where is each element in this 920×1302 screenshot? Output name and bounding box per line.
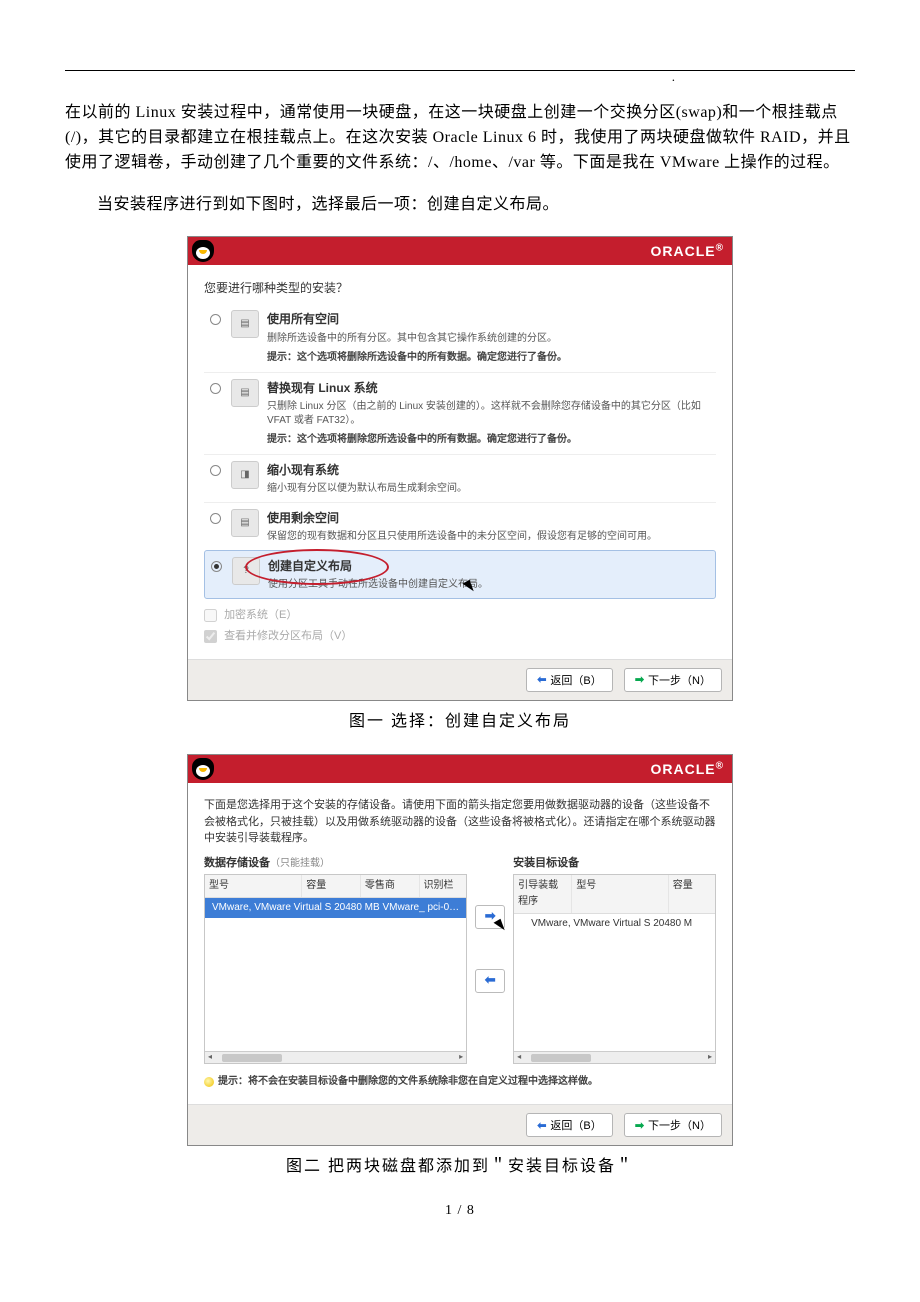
radio-icon bbox=[210, 314, 221, 325]
option-desc: 删除所选设备中的所有分区。其中包含其它操作系统创建的分区。 bbox=[267, 332, 712, 346]
option-desc: 使用分区工具手动在所选设备中创建自定义布局。 bbox=[268, 578, 711, 592]
radio-icon bbox=[210, 383, 221, 394]
install-target-panel: 安装目标设备 引导装载程序 型号 容量 VMware, VMware Virtu… bbox=[513, 855, 716, 1065]
installer-screenshot-2: ORACLE® 下面是您选择用于这个安装的存储设备。请使用下面的箭头指定您要用做… bbox=[187, 754, 733, 1146]
oracle-logo: ORACLE® bbox=[651, 240, 725, 262]
arrow-right-icon: ➡ bbox=[635, 673, 644, 686]
arrow-left-icon: ⬅ bbox=[485, 970, 496, 991]
tux-icon bbox=[192, 240, 214, 262]
option-use-free-space[interactable]: ▤ 使用剩余空间 保留您的现有数据和分区且只使用所选设备中的未分区空间，假设您有… bbox=[204, 502, 716, 550]
scrollbar[interactable]: ◂▸ bbox=[205, 1051, 466, 1063]
panel-title-right: 安装目标设备 bbox=[513, 857, 579, 869]
option-shrink[interactable]: ◨ 缩小现有系统 缩小现有分区以便为默认布局生成剩余空间。 bbox=[204, 454, 716, 502]
cursor-icon bbox=[494, 918, 507, 932]
option-hint: 提示：这个选项将删除所选设备中的所有数据。确定您进行了备份。 bbox=[267, 350, 712, 366]
back-button[interactable]: ⬅返回（B） bbox=[526, 668, 613, 692]
intro-paragraph-2: 当安装程序进行到如下图时，选择最后一项：创建自定义布局。 bbox=[65, 193, 855, 218]
option-custom-layout[interactable]: ? 创建自定义布局 使用分区工具手动在所选设备中创建自定义布局。 bbox=[204, 550, 716, 599]
page-number: 1 / 8 bbox=[65, 1200, 855, 1222]
option-hint: 提示：这个选项将删除您所选设备中的所有数据。确定您进行了备份。 bbox=[267, 432, 712, 448]
move-left-button[interactable]: ⬅ bbox=[475, 969, 505, 993]
radio-icon bbox=[210, 465, 221, 476]
option-replace-linux[interactable]: ▤ 替换现有 Linux 系统 只删除 Linux 分区（由之前的 Linux … bbox=[204, 372, 716, 454]
figure-1-caption: 图一 选择：创建自定义布局 bbox=[65, 709, 855, 735]
target-device-row[interactable]: VMware, VMware Virtual S 20480 M bbox=[514, 914, 715, 934]
left-table-header: 型号 容量 零售商 识别栏 bbox=[205, 875, 466, 898]
disk-icon: ▤ bbox=[231, 379, 259, 407]
installer-screenshot-1: ORACLE® 您要进行哪种类型的安装？ ▤ 使用所有空间 删除所选设备中的所有… bbox=[187, 236, 733, 700]
option-title: 创建自定义布局 bbox=[268, 557, 711, 576]
disk-icon: ▤ bbox=[231, 310, 259, 338]
encrypt-checkbox[interactable]: 加密系统（E） bbox=[204, 607, 716, 625]
option-title: 缩小现有系统 bbox=[267, 461, 712, 480]
storage-device-row[interactable]: VMware, VMware Virtual S 20480 MB VMware… bbox=[205, 898, 466, 918]
lightbulb-icon bbox=[204, 1077, 214, 1087]
custom-icon: ? bbox=[232, 557, 260, 585]
option-title: 替换现有 Linux 系统 bbox=[267, 379, 712, 398]
move-right-button[interactable]: ➡ bbox=[475, 905, 505, 929]
arrow-left-icon: ⬅ bbox=[537, 1119, 546, 1132]
disk-icon: ▤ bbox=[231, 509, 259, 537]
disk-icon: ◨ bbox=[231, 461, 259, 489]
installer-header: ORACLE® bbox=[188, 237, 732, 265]
arrow-right-icon: ➡ bbox=[635, 1119, 644, 1132]
intro-paragraph-1: 在以前的 Linux 安装过程中，通常使用一块硬盘，在这一块硬盘上创建一个交换分… bbox=[65, 101, 855, 175]
tip-row: 提示：将不会在安装目标设备中删除您的文件系统除非您在自定义过程中选择这样做。 bbox=[204, 1068, 716, 1094]
figure-2-caption: 图二 把两块磁盘都添加到＂安装目标设备＂ bbox=[65, 1154, 855, 1180]
oracle-logo: ORACLE® bbox=[651, 758, 725, 780]
radio-icon-selected bbox=[211, 561, 222, 572]
back-button[interactable]: ⬅返回（B） bbox=[526, 1113, 613, 1137]
arrow-left-icon: ⬅ bbox=[537, 673, 546, 686]
scrollbar[interactable]: ◂▸ bbox=[514, 1051, 715, 1063]
tux-icon bbox=[192, 758, 214, 780]
data-storage-panel: 数据存储设备（只能挂载） 型号 容量 零售商 识别栏 VMware, VMwar… bbox=[204, 855, 467, 1065]
option-desc: 保留您的现有数据和分区且只使用所选设备中的未分区空间，假设您有足够的空间可用。 bbox=[267, 530, 712, 544]
right-table-header: 引导装载程序 型号 容量 bbox=[514, 875, 715, 914]
option-desc: 只删除 Linux 分区（由之前的 Linux 安装创建的）。这样就不会删除您存… bbox=[267, 400, 712, 428]
option-title: 使用所有空间 bbox=[267, 310, 712, 329]
installer-header: ORACLE® bbox=[188, 755, 732, 783]
next-button[interactable]: ➡下一步（N） bbox=[624, 668, 722, 692]
next-button[interactable]: ➡下一步（N） bbox=[624, 1113, 722, 1137]
option-use-all-space[interactable]: ▤ 使用所有空间 删除所选设备中的所有分区。其中包含其它操作系统创建的分区。 提… bbox=[204, 304, 716, 371]
review-layout-checkbox[interactable]: 查看并修改分区布局（V） bbox=[204, 628, 716, 646]
option-title: 使用剩余空间 bbox=[267, 509, 712, 528]
radio-icon bbox=[210, 513, 221, 524]
install-type-question: 您要进行哪种类型的安装？ bbox=[204, 279, 716, 298]
option-desc: 缩小现有分区以便为默认布局生成剩余空间。 bbox=[267, 482, 712, 496]
storage-description: 下面是您选择用于这个安装的存储设备。请使用下面的箭头指定您要用做数据驱动器的设备… bbox=[204, 797, 716, 847]
panel-title-left: 数据存储设备 bbox=[204, 857, 270, 869]
